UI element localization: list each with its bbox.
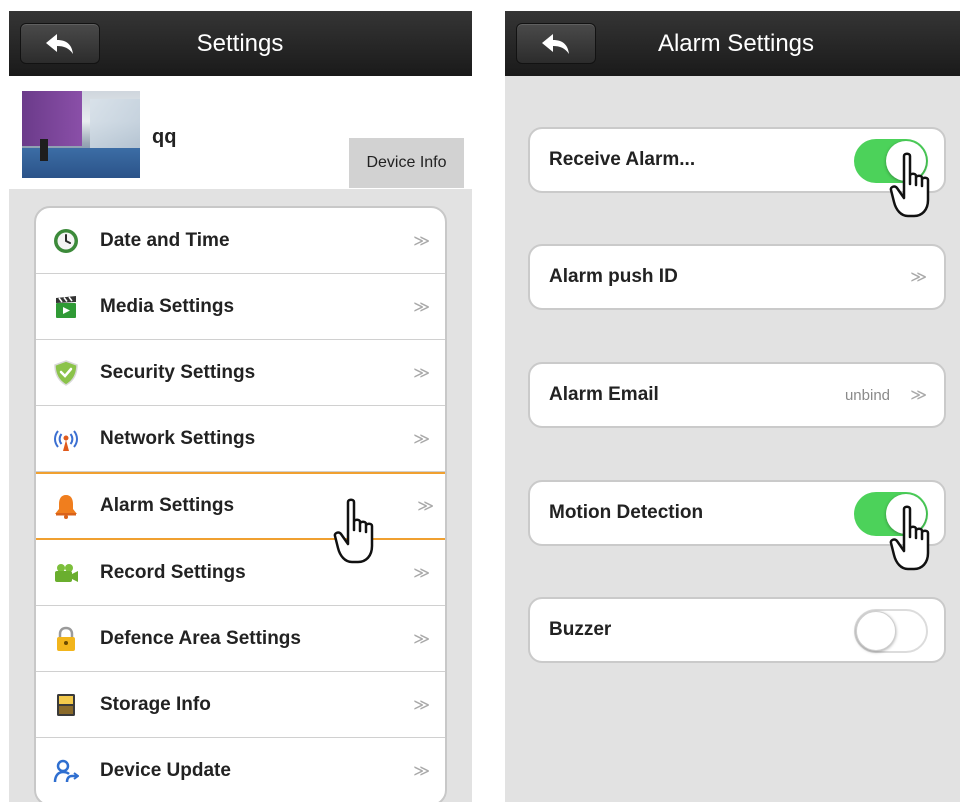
chevron-right-icon: ≫ [413,232,430,250]
clock-icon [53,228,79,254]
buzzer-toggle[interactable] [854,609,928,653]
motion-detection-toggle[interactable] [854,492,928,536]
device-thumbnail[interactable] [22,91,140,178]
device-name: qq [152,126,177,148]
alarm-navbar: Alarm Settings [505,11,960,76]
email-status-value: unbind [844,386,890,404]
alarm-push-id-row[interactable]: Alarm push ID ≫ [528,244,946,310]
row-label: Receive Alarm... [549,149,696,170]
menu-item-label: Security Settings [100,361,256,383]
menu-item-label: Defence Area Settings [100,627,301,649]
motion-detection-row: Motion Detection [528,480,946,546]
menu-item-storage-info[interactable]: Storage Info ≫ [36,672,445,738]
chevron-right-icon: ≫ [413,564,430,582]
row-label: Alarm push ID [549,266,678,287]
chevron-right-icon: ≫ [413,696,430,714]
menu-item-device-update[interactable]: Device Update ≫ [36,738,445,802]
storage-icon [53,692,79,718]
antenna-icon [53,426,79,452]
page-title: Alarm Settings [657,30,815,57]
back-button[interactable] [20,23,100,64]
page-title: Settings [196,30,284,57]
menu-item-label: Storage Info [100,693,211,715]
buzzer-row: Buzzer [528,597,946,663]
shield-icon [53,359,79,386]
chevron-right-icon: ≫ [413,763,430,780]
menu-item-media-settings[interactable]: Media Settings ≫ [36,274,445,340]
menu-item-label: Device Update [100,760,231,781]
menu-item-record-settings[interactable]: Record Settings ≫ [36,540,445,606]
device-info-button[interactable]: Device Info [349,138,464,188]
clapperboard-icon [53,294,79,320]
chevron-right-icon: ≫ [413,630,430,648]
menu-item-label: Network Settings [100,427,256,449]
menu-item-defence-area-settings[interactable]: Defence Area Settings ≫ [36,606,445,672]
menu-item-security-settings[interactable]: Security Settings ≫ [36,340,445,406]
menu-item-alarm-settings[interactable]: Alarm Settings ≫ [36,472,445,540]
chevron-right-icon: ≫ [413,298,430,316]
menu-item-label: Media Settings [100,295,235,317]
menu-item-network-settings[interactable]: Network Settings ≫ [36,406,445,472]
menu-item-label: Alarm Settings [100,495,235,516]
chevron-right-icon: ≫ [413,430,430,448]
row-label: Motion Detection [549,502,704,523]
row-label: Buzzer [549,619,612,640]
chevron-right-icon: ≫ [417,498,434,515]
bell-icon [53,493,79,519]
back-button[interactable] [516,23,596,64]
settings-navbar: Settings [9,11,472,76]
menu-item-date-and-time[interactable]: Date and Time ≫ [36,208,445,274]
lock-icon [53,626,79,652]
chevron-right-icon: ≫ [413,364,430,382]
settings-menu: Date and Time ≫ Media Settings ≫ Securit… [34,206,447,802]
receive-alarm-toggle[interactable] [854,139,928,183]
row-label: Alarm Email [549,384,659,405]
back-arrow-icon [542,33,569,54]
receive-alarm-row: Receive Alarm... [528,127,946,193]
menu-item-label: Record Settings [100,561,246,583]
user-update-icon [53,758,79,784]
settings-screen: Settings qq Device Info Date and Time ≫ … [9,11,472,802]
alarm-settings-screen: Alarm Settings Receive Alarm... Alarm pu… [505,11,960,802]
chevron-right-icon: ≫ [910,269,927,286]
camcorder-icon [53,560,79,586]
back-arrow-icon [46,33,73,54]
menu-item-label: Date and Time [100,229,230,251]
alarm-email-row[interactable]: Alarm Email unbind ≫ [528,362,946,428]
chevron-right-icon: ≫ [910,387,927,404]
